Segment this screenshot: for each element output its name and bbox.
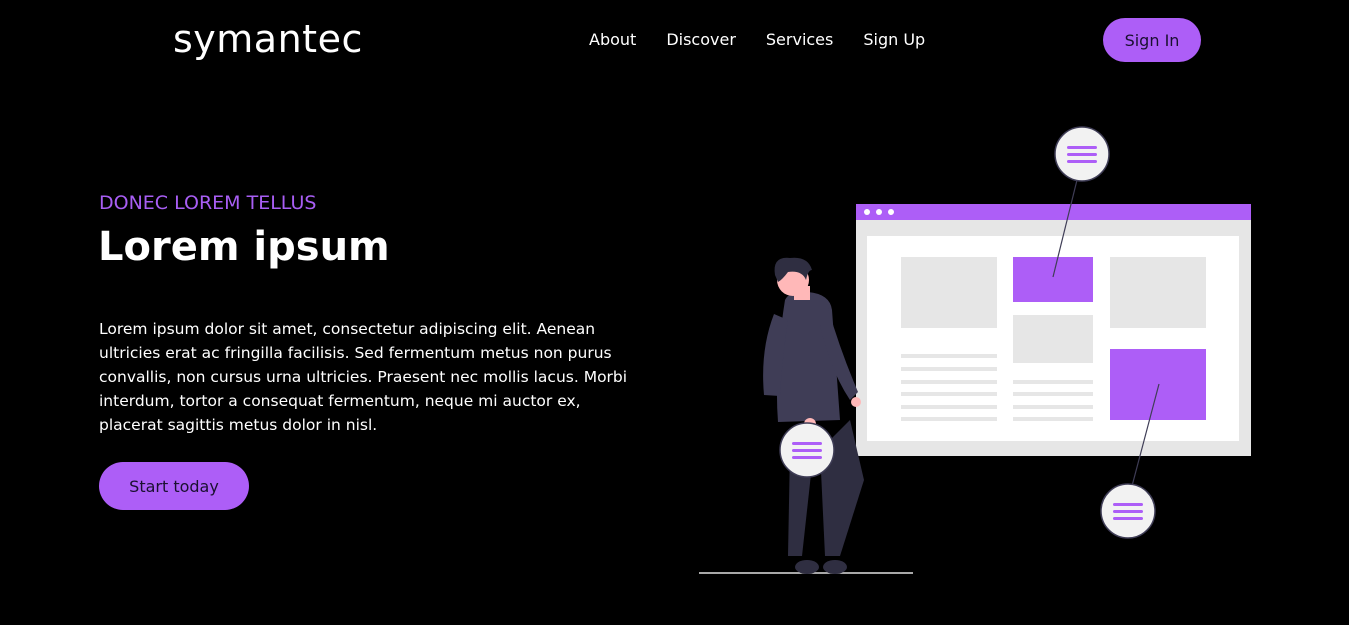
person-with-browser-illustration <box>699 126 1251 574</box>
main-nav: About Discover Services Sign Up <box>589 28 955 52</box>
start-today-button[interactable]: Start today <box>99 462 249 510</box>
nav-link-sign-up[interactable]: Sign Up <box>863 28 925 52</box>
hero-eyebrow: DONEC LOREM TELLUS <box>99 192 317 214</box>
sign-in-button[interactable]: Sign In <box>1103 18 1201 62</box>
hero-title: Lorem ipsum <box>98 224 390 270</box>
nav-link-discover[interactable]: Discover <box>666 28 736 52</box>
nav-link-services[interactable]: Services <box>766 28 833 52</box>
menu-callout-top <box>1054 126 1110 182</box>
menu-callout-left <box>779 422 835 478</box>
browser-window <box>856 204 1251 456</box>
menu-callout-bottom <box>1100 483 1156 539</box>
person-figure <box>763 257 864 574</box>
nav-link-about[interactable]: About <box>589 28 636 52</box>
brand-logo[interactable]: symantec <box>173 14 363 64</box>
hero-description: Lorem ipsum dolor sit amet, consectetur … <box>99 320 628 434</box>
landing-page: symantec About Discover Services Sign Up… <box>0 0 1349 625</box>
